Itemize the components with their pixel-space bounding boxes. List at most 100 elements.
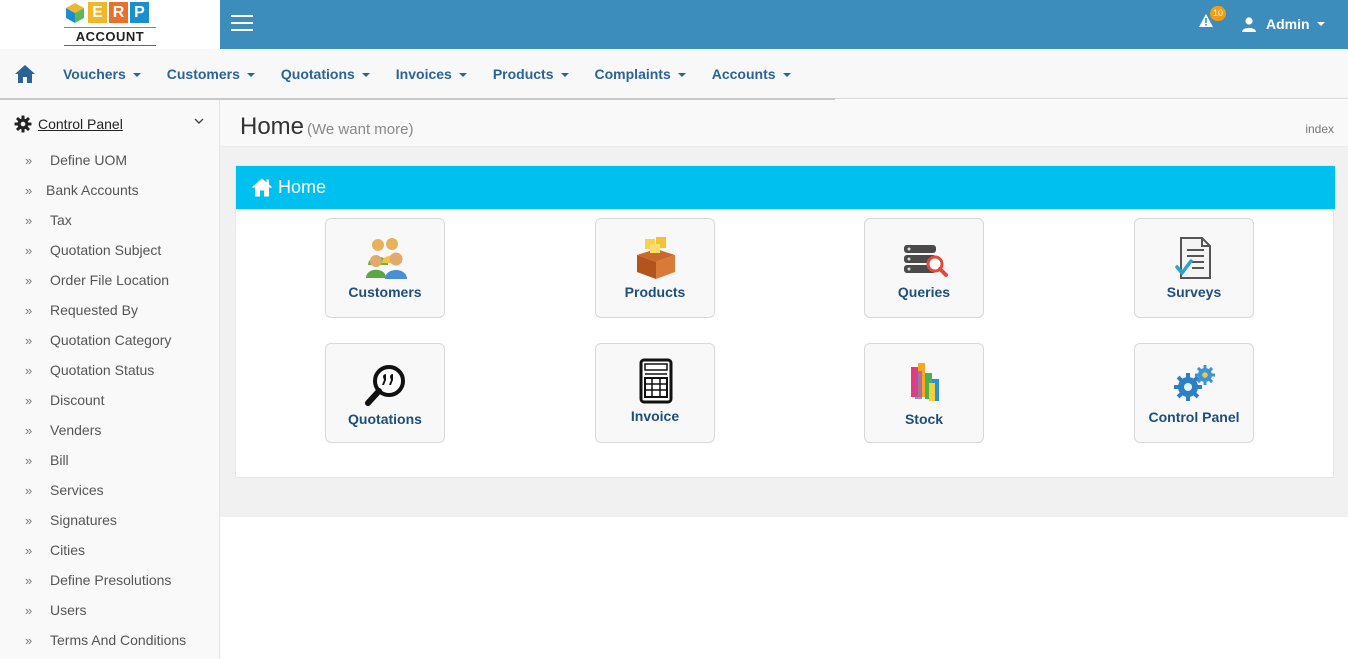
sidebar-item-label: Define Presolutions (50, 572, 172, 588)
tile-queries[interactable]: Queries (864, 218, 984, 318)
customers-icon (366, 238, 407, 279)
nav-label: Quotations (280, 66, 355, 82)
sidebar-item-quotation-status[interactable]: » Quotation Status (0, 355, 219, 385)
double-chevron-right-icon: » (25, 152, 33, 168)
stock-icon (911, 363, 939, 401)
nav-accounts[interactable]: Accounts (699, 49, 804, 99)
sidebar-item-terms-and-conditions[interactable]: » Terms And Conditions (0, 625, 219, 655)
nav-label: Customers (166, 66, 240, 82)
sidebar-item-label: Terms And Conditions (50, 632, 187, 648)
tile-control-panel[interactable]: Control Panel (1134, 343, 1254, 443)
double-chevron-right-icon: » (25, 362, 33, 378)
nav-label: Products (492, 66, 554, 82)
logo-letter-p: P (130, 2, 149, 23)
sidebar-item-label: Services (50, 482, 104, 498)
top-bar: E R P ACCOUNT 10 Admin (0, 0, 1348, 49)
sidebar-item-bank-accounts[interactable]: » Bank Accounts (0, 175, 219, 205)
invoice-icon (639, 358, 673, 404)
control-panel-icon (1174, 365, 1215, 401)
double-chevron-right-icon: » (25, 332, 33, 348)
tile-quotations[interactable]: Quotations (325, 343, 445, 443)
logo[interactable]: E R P ACCOUNT (0, 0, 220, 49)
notification-badge: 10 (1210, 6, 1226, 21)
tile-products[interactable]: Products (595, 218, 715, 318)
double-chevron-right-icon: » (25, 392, 33, 408)
sidebar-item-label: Cities (50, 542, 86, 558)
gear-icon (14, 115, 32, 133)
double-chevron-right-icon: » (25, 452, 33, 468)
sidebar-item-quotation-subject[interactable]: » Quotation Subject (0, 235, 219, 265)
double-chevron-right-icon: » (25, 422, 33, 438)
menu-icon-bar (231, 29, 253, 31)
tile-invoice[interactable]: Invoice (595, 343, 715, 443)
sidebar-item-label: Tax (50, 212, 72, 228)
sidebar-item-quotation-category[interactable]: » Quotation Category (0, 325, 219, 355)
sidebar-item-order-file-location[interactable]: » Order File Location (0, 265, 219, 295)
nav-complaints[interactable]: Complaints (582, 49, 699, 99)
nav-label: Vouchers (63, 66, 126, 82)
sidebar-item-label: Bill (50, 452, 69, 468)
sidebar-item-bill[interactable]: » Bill (0, 445, 219, 475)
sidebar-menu: » Define UOM » Bank Accounts » Tax » Quotati… (0, 145, 219, 655)
cube-icon (66, 3, 84, 23)
nav-label: Accounts (711, 66, 776, 82)
nav-quotations[interactable]: Quotations (268, 49, 383, 99)
caret-down-icon (1316, 22, 1325, 26)
sidebar-item-tax[interactable]: » Tax (0, 205, 219, 235)
tile-stock[interactable]: Stock (864, 343, 984, 443)
double-chevron-right-icon: » (25, 182, 33, 198)
sidebar-item-label: Quotation Status (50, 362, 155, 378)
caret-down-icon (361, 72, 370, 77)
sidebar-item-signatures[interactable]: » Signatures (0, 505, 219, 535)
caret-down-icon (782, 72, 791, 77)
nav-vouchers[interactable]: Vouchers (50, 49, 154, 99)
double-chevron-right-icon: » (25, 512, 33, 528)
tile-label: Queries (897, 284, 951, 300)
sidebar-toggle-button[interactable] (231, 15, 253, 33)
caret-down-icon (132, 72, 141, 77)
sidebar-item-label: Signatures (50, 512, 117, 528)
sidebar-item-services[interactable]: » Services (0, 475, 219, 505)
home-panel-title-text: Home (278, 177, 327, 197)
home-icon[interactable] (14, 64, 36, 84)
logo-mark: E R P ACCOUNT (64, 2, 156, 46)
sidebar-item-users[interactable]: » Users (0, 595, 219, 625)
content-header: Home (We want more) index (220, 100, 1348, 147)
home-icon (251, 178, 273, 197)
tile-label: Control Panel (1148, 409, 1240, 425)
quotations-icon (365, 365, 405, 406)
sidebar-item-cities[interactable]: » Cities (0, 535, 219, 565)
nav-customers[interactable]: Customers (154, 49, 268, 99)
nav-products[interactable]: Products (480, 49, 582, 99)
double-chevron-right-icon: » (25, 482, 33, 498)
sidebar-item-discount[interactable]: » Discount (0, 385, 219, 415)
sidebar-header-label: Control Panel (38, 116, 123, 132)
queries-icon (904, 245, 948, 277)
sidebar-item-label: Requested By (50, 302, 138, 318)
page-title-text: Home (240, 113, 305, 140)
page-title: Home (We want more) (240, 113, 413, 141)
tile-surveys[interactable]: Surveys (1134, 218, 1254, 318)
double-chevron-right-icon: » (25, 212, 33, 228)
sidebar-item-label: Discount (50, 392, 105, 408)
surveys-icon (1175, 237, 1211, 279)
sidebar-item-define-presolutions[interactable]: » Define Presolutions (0, 565, 219, 595)
sidebar-item-define-uom[interactable]: » Define UOM (0, 145, 219, 175)
chevron-down-icon (194, 118, 204, 124)
user-name: Admin (1266, 16, 1310, 32)
home-panel-header: Home (236, 166, 1335, 209)
tile-customers[interactable]: Customers (325, 218, 445, 318)
sidebar-item-label: Quotation Subject (50, 242, 162, 258)
logo-letter-r: R (109, 2, 128, 23)
logo-text: ACCOUNT (64, 27, 156, 46)
breadcrumb[interactable]: index (1305, 122, 1334, 136)
tile-label: Quotations (348, 411, 422, 427)
nav-invoices[interactable]: Invoices (383, 49, 480, 99)
nav-label: Complaints (594, 66, 671, 82)
double-chevron-right-icon: » (25, 542, 33, 558)
sidebar-item-label: Venders (50, 422, 102, 438)
sidebar-control-panel-toggle[interactable]: Control Panel (14, 114, 210, 134)
sidebar-item-requested-by[interactable]: » Requested By (0, 295, 219, 325)
sidebar-item-venders[interactable]: » Venders (0, 415, 219, 445)
user-menu[interactable]: Admin (1241, 14, 1325, 34)
